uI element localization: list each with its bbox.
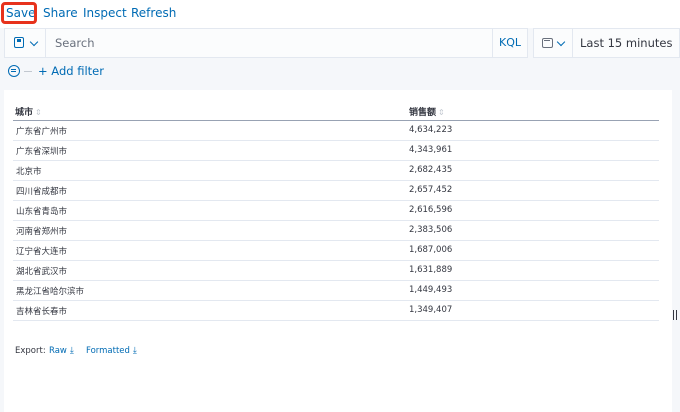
cell-city: 广东省广州市 [16, 127, 68, 137]
column-header-city[interactable]: 城市 ⇕ [15, 105, 42, 118]
column-header-sales[interactable]: 销售额 ⇕ [409, 105, 445, 118]
save-disk-icon [14, 37, 24, 48]
cell-city: 吉林省长春市 [16, 307, 68, 317]
cell-sales: 2,383,506 [409, 225, 453, 235]
cell-city: 黑龙江省哈尔滨市 [16, 287, 85, 297]
top-nav: Save Share Inspect Refresh [0, 0, 680, 28]
time-picker: Last 15 minutes [533, 28, 680, 58]
table-row: 山东省青岛市 2,616,596 [13, 201, 659, 221]
chevron-down-icon [29, 37, 39, 47]
divider [572, 29, 573, 57]
cell-city: 四川省成都市 [16, 187, 68, 197]
table-row: 辽宁省大连市 1,687,006 [13, 241, 659, 261]
inspect-link[interactable]: Inspect [83, 6, 127, 20]
cell-sales: 1,349,407 [409, 305, 453, 315]
cell-city: 湖北省武汉市 [16, 267, 68, 277]
time-range-label[interactable]: Last 15 minutes [580, 36, 672, 50]
sort-icon[interactable]: ⇕ [35, 108, 42, 117]
search-input[interactable] [51, 30, 499, 56]
table-row: 吉林省长春市 1,349,407 [13, 301, 659, 321]
sort-icon[interactable]: ⇕ [438, 108, 445, 117]
cell-city: 辽宁省大连市 [16, 247, 68, 257]
cell-sales: 1,687,006 [409, 245, 453, 255]
kql-toggle-button[interactable]: KQL [492, 29, 527, 57]
chevron-down-icon [556, 37, 566, 47]
share-link[interactable]: Share [43, 6, 78, 20]
divider [24, 71, 32, 72]
cell-city: 山东省青岛市 [16, 207, 68, 217]
save-highlight [1, 2, 37, 24]
filter-options-icon[interactable] [8, 65, 20, 77]
resize-handle[interactable] [673, 310, 677, 320]
table-row: 湖北省武汉市 1,631,889 [13, 261, 659, 281]
export-raw-label: Raw [49, 346, 67, 356]
refresh-link[interactable]: Refresh [131, 6, 176, 20]
table-row: 四川省成都市 2,657,452 [13, 181, 659, 201]
download-icon: ⤓ [132, 346, 137, 356]
cell-sales: 2,616,596 [409, 205, 453, 215]
export-raw-link[interactable]: Raw ⤓ [49, 346, 74, 356]
cell-city: 河南省郑州市 [16, 227, 68, 237]
cell-city: 北京市 [16, 167, 42, 177]
calendar-icon [542, 38, 553, 48]
quick-menu-button[interactable] [534, 29, 572, 57]
table-row: 广东省广州市 4,634,223 [13, 121, 659, 141]
download-icon: ⤓ [69, 346, 74, 356]
table-row: 北京市 2,682,435 [13, 161, 659, 181]
export-label: Export: [15, 346, 46, 356]
table-row: 黑龙江省哈尔滨市 1,449,493 [13, 281, 659, 301]
query-bar: KQL [4, 28, 528, 58]
table-row: 河南省郑州市 2,383,506 [13, 221, 659, 241]
cell-sales: 4,634,223 [409, 125, 453, 135]
export-formatted-label: Formatted [86, 346, 130, 356]
add-filter-button[interactable]: + Add filter [38, 64, 104, 78]
cell-sales: 2,657,452 [409, 185, 453, 195]
column-header-label: 城市 [15, 108, 34, 118]
cell-city: 广东省深圳市 [16, 147, 68, 157]
saved-query-button[interactable] [5, 29, 46, 57]
cell-sales: 2,682,435 [409, 165, 453, 175]
table-row: 广东省深圳市 4,343,961 [13, 141, 659, 161]
cell-sales: 1,631,889 [409, 265, 453, 275]
cell-sales: 1,449,493 [409, 285, 453, 295]
cell-sales: 4,343,961 [409, 145, 453, 155]
export-formatted-link[interactable]: Formatted ⤓ [86, 346, 137, 356]
column-header-label: 销售额 [409, 108, 437, 118]
